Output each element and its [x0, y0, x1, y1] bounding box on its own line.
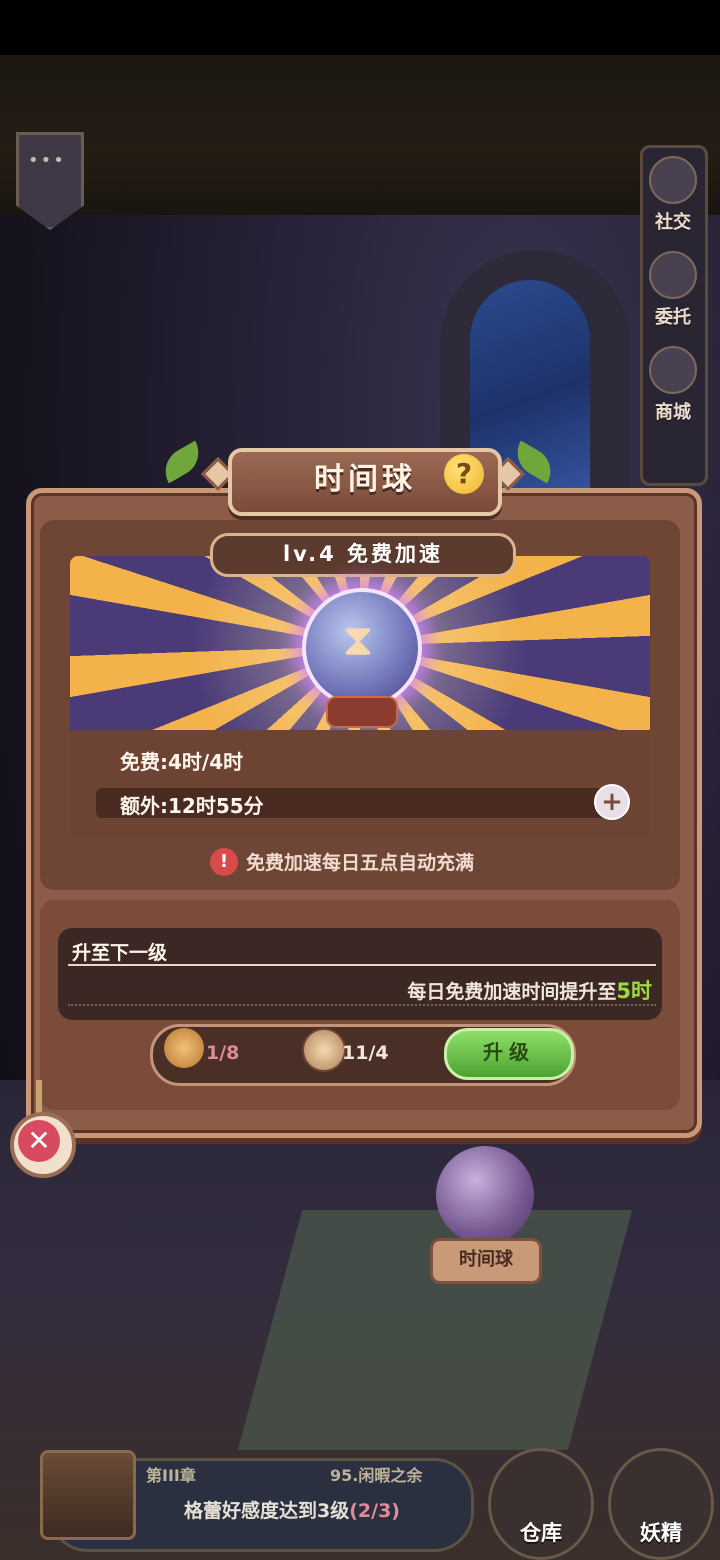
next-level-value: 5时	[616, 979, 652, 1003]
hourglass-icon: ⧗	[342, 615, 374, 666]
dialog-title: 时间球	[314, 462, 416, 497]
quest-text: 格蕾好感度达到3级(2/3)	[184, 1496, 400, 1523]
fairy-button[interactable]: 妖精	[608, 1448, 714, 1560]
commission-icon	[649, 251, 697, 299]
social-icon	[649, 156, 697, 204]
side-button-commission[interactable]: 委托	[645, 245, 701, 331]
help-icon[interactable]: ?	[444, 454, 484, 494]
gears-cost: 1/8	[206, 1042, 240, 1064]
hourglass-coin-icon	[302, 1028, 346, 1072]
episode-label: 95.闲暇之余	[330, 1466, 423, 1485]
more-icon: •••	[28, 150, 66, 171]
status-bar	[0, 0, 720, 55]
next-level-title: 升至下一级	[72, 942, 168, 964]
orb-stand	[326, 696, 398, 728]
warning-icon: !	[210, 848, 238, 876]
refill-notice: 免费加速每日五点自动充满	[246, 852, 475, 874]
gears-icon	[164, 1028, 204, 1068]
extra-time-stat: 额外:12时55分	[120, 794, 264, 818]
divider	[68, 964, 656, 966]
hourglass-coin-cost: 11/4	[342, 1042, 389, 1064]
warehouse-button[interactable]: 仓库	[488, 1448, 594, 1560]
time-orb-plaque: 时间球	[430, 1238, 542, 1284]
close-icon[interactable]: ✕	[18, 1120, 60, 1162]
free-time-stat: 免费:4时/4时	[120, 750, 244, 774]
level-plate: lv.4 免费加速	[210, 533, 516, 577]
quest-book-icon[interactable]	[40, 1450, 136, 1540]
side-button-shop[interactable]: 商城	[645, 340, 701, 426]
time-orb-object[interactable]	[436, 1146, 534, 1244]
side-button-social[interactable]: 社交	[645, 150, 701, 236]
shop-icon	[649, 346, 697, 394]
dotted-divider	[68, 1004, 656, 1006]
upgrade-button[interactable]: 升级	[444, 1028, 574, 1080]
warehouse-label: 仓库	[520, 1521, 562, 1545]
chapter-label: 第III章	[146, 1466, 196, 1485]
quest-description: 格蕾好感度达到3级	[184, 1500, 350, 1522]
next-level-desc-text: 每日免费加速时间提升至	[407, 981, 617, 1003]
rope-decoration	[36, 1080, 42, 1114]
level-label: lv.4 免费加速	[282, 542, 444, 566]
quest-progress: (2/3)	[349, 1500, 400, 1522]
next-level-description: 每日免费加速时间提升至5时	[407, 975, 652, 1005]
add-time-button[interactable]: +	[594, 784, 630, 820]
bookshelf-background	[0, 55, 720, 215]
fairy-label: 妖精	[640, 1521, 682, 1545]
